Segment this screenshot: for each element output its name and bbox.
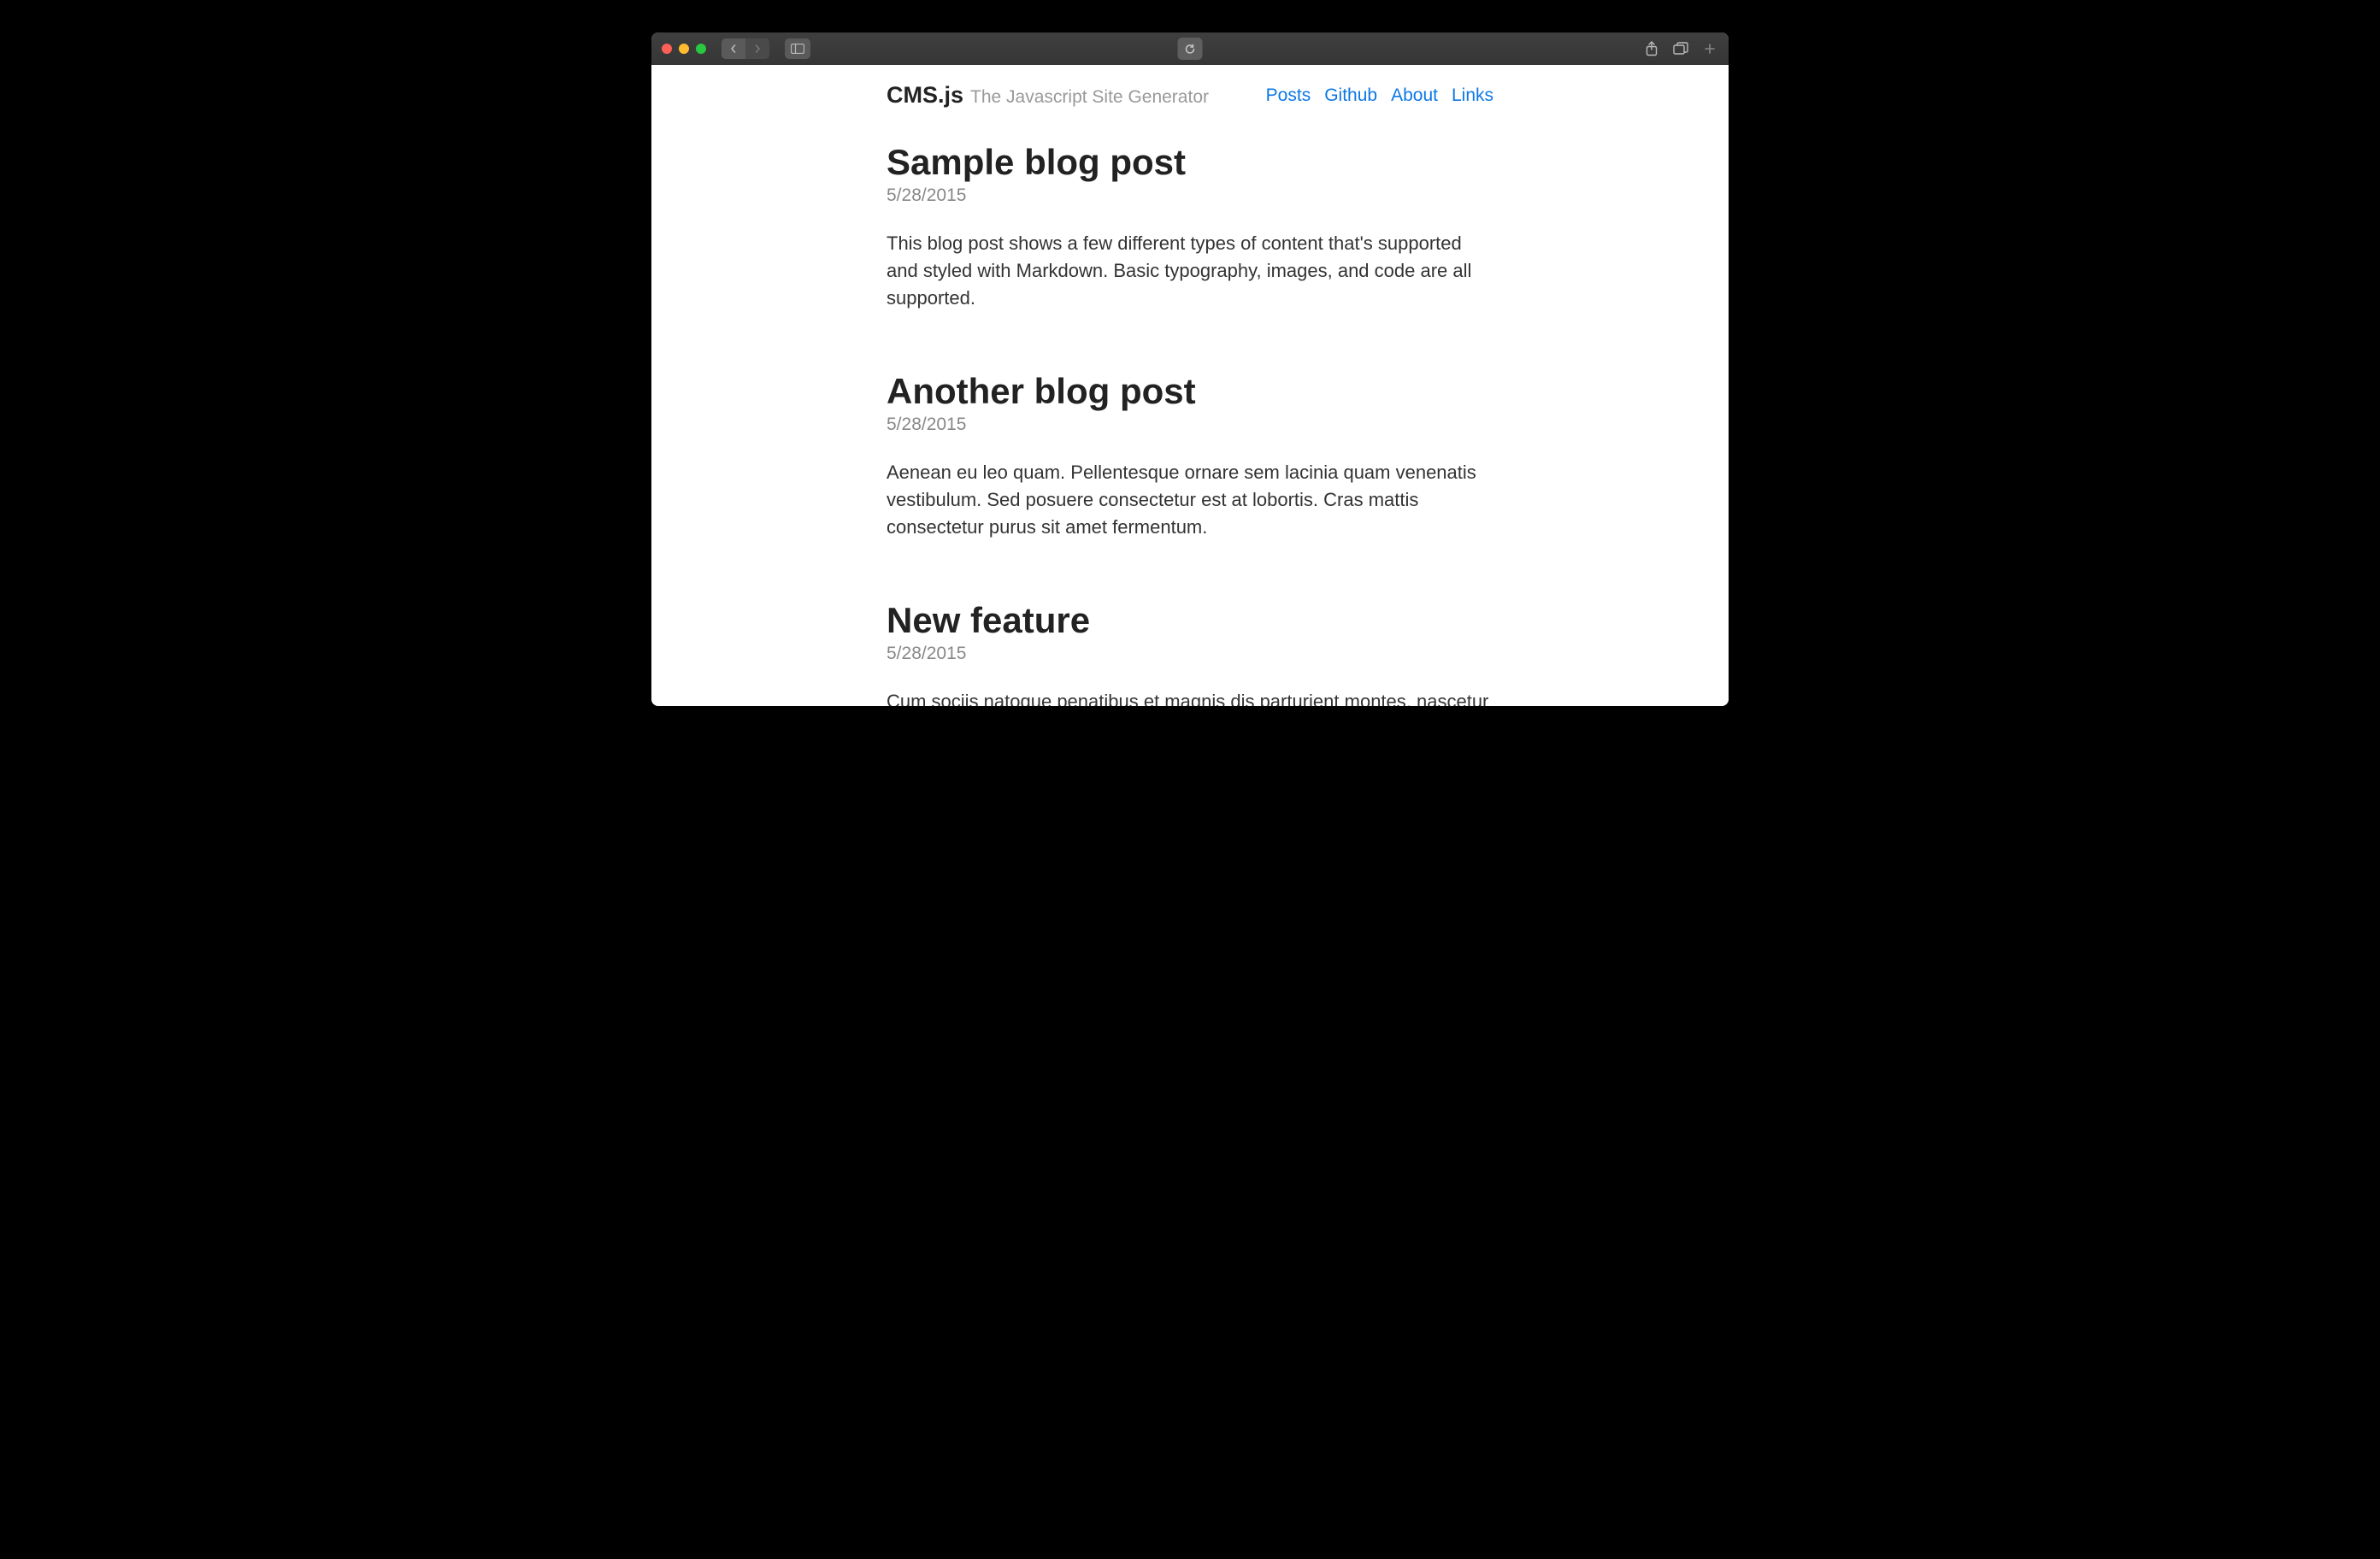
post-title[interactable]: Another blog post bbox=[887, 372, 1493, 411]
brand: CMS.js The Javascript Site Generator bbox=[887, 82, 1209, 109]
post-title[interactable]: New feature bbox=[887, 601, 1493, 640]
browser-window: CMS.js The Javascript Site Generator Pos… bbox=[651, 32, 1729, 706]
blog-post: Sample blog post 5/28/2015 This blog pos… bbox=[887, 143, 1493, 312]
tabs-button[interactable] bbox=[1672, 40, 1689, 57]
nav-link-about[interactable]: About bbox=[1391, 85, 1438, 106]
forward-button[interactable] bbox=[745, 38, 769, 59]
plus-icon bbox=[1704, 43, 1716, 55]
post-body: This blog post shows a few different typ… bbox=[887, 230, 1493, 312]
site-title[interactable]: CMS.js bbox=[887, 82, 963, 109]
chevron-left-icon bbox=[729, 44, 738, 53]
maximize-window-button[interactable] bbox=[696, 44, 706, 54]
share-button[interactable] bbox=[1643, 40, 1660, 57]
traffic-lights bbox=[662, 44, 706, 54]
sidebar-icon bbox=[791, 44, 804, 54]
post-body: Aenean eu leo quam. Pellentesque ornare … bbox=[887, 459, 1493, 541]
nav-link-github[interactable]: Github bbox=[1324, 85, 1377, 106]
url-bar[interactable] bbox=[1178, 38, 1203, 60]
post-date: 5/28/2015 bbox=[887, 185, 1493, 206]
post-date: 5/28/2015 bbox=[887, 644, 1493, 664]
nav-link-posts[interactable]: Posts bbox=[1266, 85, 1311, 106]
reload-icon[interactable] bbox=[1185, 44, 1196, 55]
page-container: CMS.js The Javascript Site Generator Pos… bbox=[887, 65, 1493, 706]
tabs-icon bbox=[1673, 42, 1688, 56]
new-tab-button[interactable] bbox=[1701, 40, 1718, 57]
back-button[interactable] bbox=[722, 38, 745, 59]
nav-link-links[interactable]: Links bbox=[1452, 85, 1493, 106]
toolbar-right bbox=[1643, 40, 1718, 57]
post-title[interactable]: Sample blog post bbox=[887, 143, 1493, 182]
blog-post: Another blog post 5/28/2015 Aenean eu le… bbox=[887, 372, 1493, 541]
chevron-right-icon bbox=[753, 44, 762, 53]
sidebar-toggle-button[interactable] bbox=[785, 38, 810, 59]
site-header: CMS.js The Javascript Site Generator Pos… bbox=[887, 82, 1493, 109]
browser-titlebar bbox=[651, 32, 1729, 65]
site-tagline: The Javascript Site Generator bbox=[970, 87, 1209, 108]
minimize-window-button[interactable] bbox=[679, 44, 689, 54]
nav-arrows bbox=[722, 38, 769, 59]
post-date: 5/28/2015 bbox=[887, 415, 1493, 435]
blog-post: New feature 5/28/2015 Cum sociis natoque… bbox=[887, 601, 1493, 706]
close-window-button[interactable] bbox=[662, 44, 672, 54]
share-icon bbox=[1645, 41, 1658, 56]
post-body: Cum sociis natoque penatibus et magnis d… bbox=[887, 688, 1493, 706]
main-nav: Posts Github About Links bbox=[1266, 85, 1493, 106]
page-content: CMS.js The Javascript Site Generator Pos… bbox=[651, 65, 1729, 706]
